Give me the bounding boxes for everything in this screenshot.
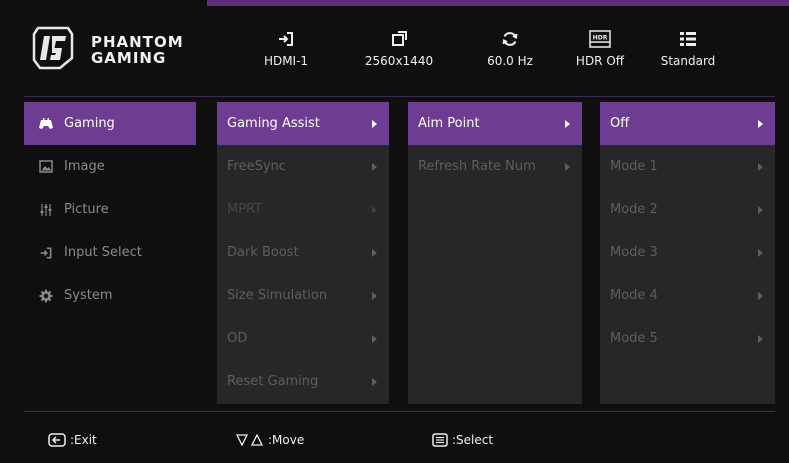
arrow-right-icon [372, 334, 377, 343]
hint-move-label: :Move [268, 433, 305, 447]
option-label: Mode 5 [610, 331, 658, 346]
option-label: Refresh Rate Num [418, 159, 536, 174]
image-icon [38, 159, 54, 175]
arrow-right-icon [565, 162, 570, 171]
option-freesync[interactable]: FreeSync [217, 145, 389, 188]
submenu-gaming-assist: Aim Point Refresh Rate Num [408, 102, 582, 404]
menu-item-label: Input Select [64, 245, 142, 260]
option-od[interactable]: OD [217, 317, 389, 360]
sliders-icon [38, 202, 54, 218]
option-mode-3[interactable]: Mode 3 [600, 231, 775, 274]
top-accent-bar [207, 0, 789, 6]
option-label: Mode 4 [610, 288, 658, 303]
main-menu: Gaming Image Picture Input Select System [24, 102, 196, 317]
arrow-right-icon [372, 119, 377, 128]
brand-logo: PHANTOM GAMING [30, 24, 220, 74]
option-mode-4[interactable]: Mode 4 [600, 274, 775, 317]
status-refresh: 60.0 Hz [460, 28, 560, 68]
hdr-icon: HDR [550, 28, 650, 50]
option-label: FreeSync [227, 159, 286, 174]
divider-top [24, 96, 775, 97]
option-dark-boost[interactable]: Dark Boost [217, 231, 389, 274]
arrow-right-icon [372, 162, 377, 171]
status-mode: Standard [638, 28, 738, 68]
hdr-badge-text: HDR [593, 35, 608, 42]
option-gaming-assist[interactable]: Gaming Assist [217, 102, 389, 145]
option-label: Mode 3 [610, 245, 658, 260]
arrow-right-icon [565, 119, 570, 128]
menu-select-icon [432, 433, 448, 447]
status-input: HDMI-1 [236, 28, 336, 68]
brand-line-2: GAMING [91, 49, 167, 67]
option-label: OD [227, 331, 248, 346]
status-input-label: HDMI-1 [263, 54, 309, 68]
arrow-right-icon [372, 205, 377, 214]
option-mode-1[interactable]: Mode 1 [600, 145, 775, 188]
arrow-right-icon [758, 119, 763, 128]
hint-exit: :Exit [48, 433, 97, 447]
menu-item-gaming[interactable]: Gaming [24, 102, 196, 145]
refresh-icon [460, 28, 560, 50]
option-label: Mode 1 [610, 159, 658, 174]
arrow-right-icon [758, 205, 763, 214]
exit-icon [48, 433, 66, 447]
option-label: Mode 2 [610, 202, 658, 217]
option-label: Off [610, 116, 630, 131]
option-mode-5[interactable]: Mode 5 [600, 317, 775, 360]
option-aim-point[interactable]: Aim Point [408, 102, 582, 145]
option-mprt: MPRT [217, 188, 389, 231]
brand-line-1: PHANTOM [91, 33, 184, 51]
hint-exit-label: :Exit [70, 433, 97, 447]
phantom-gaming-badge-icon [32, 26, 74, 70]
status-hdr: HDR HDR Off [550, 28, 650, 68]
option-label: Size Simulation [227, 288, 328, 303]
option-reset-gaming[interactable]: Reset Gaming [217, 360, 389, 403]
status-hdr-label: HDR Off [575, 54, 625, 68]
list-icon [638, 28, 738, 50]
menu-item-label: System [64, 288, 113, 303]
option-size-simulation[interactable]: Size Simulation [217, 274, 389, 317]
option-label: Gaming Assist [227, 116, 320, 131]
brand-name: PHANTOM GAMING [91, 34, 184, 66]
status-refresh-label: 60.0 Hz [487, 54, 533, 68]
menu-item-picture[interactable]: Picture [24, 188, 196, 231]
gear-icon [38, 288, 54, 304]
option-refresh-rate-num[interactable]: Refresh Rate Num [408, 145, 582, 188]
option-label: Reset Gaming [227, 374, 319, 389]
status-resolution: 2560x1440 [349, 28, 449, 68]
menu-item-label: Gaming [64, 116, 115, 131]
hint-move: :Move [236, 433, 304, 447]
input-icon [236, 28, 336, 50]
arrow-right-icon [758, 248, 763, 257]
resolution-icon [349, 28, 449, 50]
menu-item-image[interactable]: Image [24, 145, 196, 188]
triangle-down-up-icon [236, 434, 264, 446]
divider-bottom [24, 411, 775, 412]
hint-select: :Select [432, 433, 493, 447]
option-label: MPRT [227, 202, 263, 217]
hint-select-label: :Select [452, 433, 494, 447]
arrow-right-icon [372, 291, 377, 300]
arrow-right-icon [758, 162, 763, 171]
option-label: Aim Point [418, 116, 480, 131]
input-icon [38, 245, 54, 261]
arrow-right-icon [758, 291, 763, 300]
arrow-right-icon [372, 248, 377, 257]
option-off[interactable]: Off [600, 102, 775, 145]
status-resolution-label: 2560x1440 [364, 54, 434, 68]
arrow-right-icon [372, 377, 377, 386]
menu-item-input-select[interactable]: Input Select [24, 231, 196, 274]
submenu-gaming: Gaming Assist FreeSync MPRT Dark Boost S… [217, 102, 389, 404]
option-label: Dark Boost [227, 245, 299, 260]
submenu-aim-point: Off Mode 1 Mode 2 Mode 3 Mode 4 Mode 5 [600, 102, 775, 404]
option-mode-2[interactable]: Mode 2 [600, 188, 775, 231]
menu-item-system[interactable]: System [24, 274, 196, 317]
status-mode-label: Standard [660, 54, 716, 68]
menu-item-label: Image [64, 159, 105, 174]
menu-item-label: Picture [64, 202, 109, 217]
gamepad-icon [38, 116, 54, 132]
arrow-right-icon [758, 334, 763, 343]
